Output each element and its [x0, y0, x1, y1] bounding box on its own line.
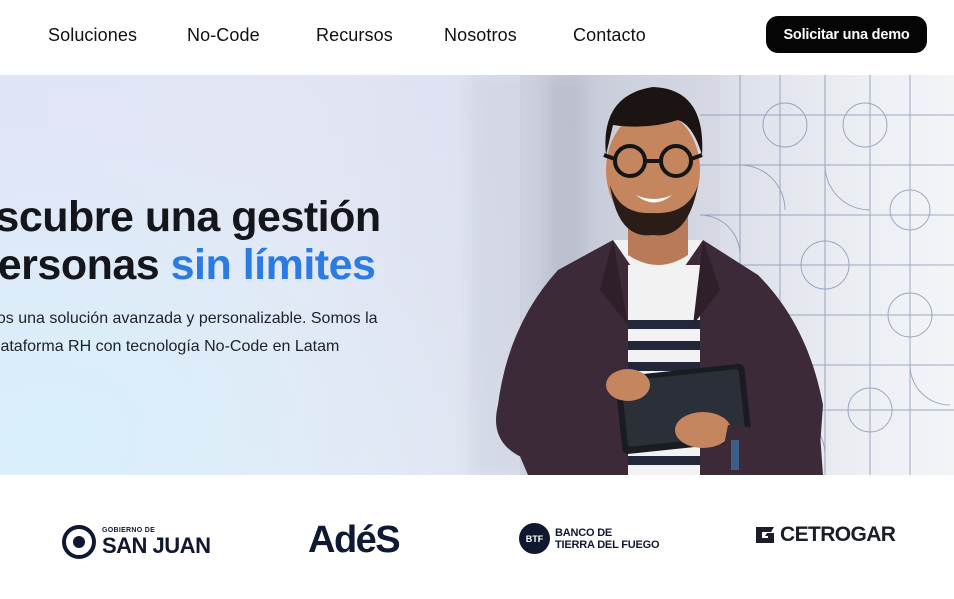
logo-cetrogar: CETROGAR: [753, 523, 896, 547]
logo-san-juan-text: SAN JUAN: [102, 533, 211, 558]
hero-subtitle-line2: plataforma RH con tecnología No-Code en …: [0, 338, 340, 355]
sun-burst-icon: [62, 525, 96, 559]
logo-cetrogar-text: CETROGAR: [780, 523, 896, 546]
btf-badge-icon: BTF: [519, 523, 550, 554]
hero-banner: escubre una gestión personas sin límites…: [0, 75, 954, 475]
hero-person-image: [496, 87, 823, 475]
nav-item-recursos[interactable]: Recursos: [316, 25, 393, 46]
logo-ades: AdéS: [308, 519, 401, 562]
request-demo-button[interactable]: Solicitar una demo: [766, 16, 927, 53]
top-navigation: Soluciones No-Code Recursos Nosotros Con…: [0, 0, 954, 75]
hero-title-line1: escubre una gestión: [0, 193, 381, 241]
hero-subtitle: nos una solución avanzada y personalizab…: [0, 305, 378, 361]
nav-item-nosotros[interactable]: Nosotros: [444, 25, 517, 46]
logo-btf-line2: TIERRA DEL FUEGO: [555, 538, 660, 551]
hero-title-line2: personas sin límites: [0, 241, 381, 289]
logo-btf-line1: BANCO DE: [555, 526, 613, 539]
nav-item-soluciones[interactable]: Soluciones: [48, 25, 137, 46]
hero-title: escubre una gestión personas sin límites: [0, 193, 381, 289]
client-logos-strip: GOBIERNO DE SAN JUAN AdéS BTF BANCO DE T…: [0, 475, 954, 599]
hero-title-prefix: personas: [0, 241, 160, 289]
logo-gobierno-san-juan: GOBIERNO DE SAN JUAN: [60, 523, 211, 561]
logo-ades-text: AdéS: [308, 519, 401, 561]
nav-item-contacto[interactable]: Contacto: [573, 25, 646, 46]
hero-subtitle-line1: nos una solución avanzada y personalizab…: [0, 310, 378, 327]
nav-item-no-code[interactable]: No-Code: [187, 25, 260, 46]
logo-banco-tierra-del-fuego: BTF BANCO DE TIERRA DEL FUEGO: [519, 523, 660, 554]
hero-title-accent: sin límites: [170, 241, 376, 289]
cetrogar-mark-icon: [756, 527, 774, 543]
